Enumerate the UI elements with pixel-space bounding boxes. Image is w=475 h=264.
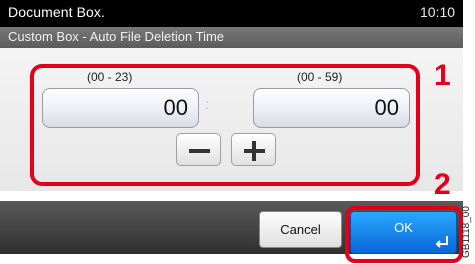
ok-button-label: OK — [394, 220, 413, 235]
screen-title: Document Box. — [8, 4, 106, 20]
ok-button[interactable]: OK — [350, 211, 457, 254]
minutes-input[interactable]: 00 — [253, 88, 410, 128]
callout-number-2: 2 — [434, 168, 451, 201]
minus-icon — [189, 149, 210, 153]
minutes-range-label: (00 - 59) — [297, 70, 343, 84]
screen-subtitle: Custom Box - Auto File Deletion Time — [8, 29, 225, 44]
hours-value: 00 — [163, 95, 188, 120]
time-separator: : — [205, 96, 209, 112]
hours-input[interactable]: 00 — [42, 88, 199, 128]
cancel-button[interactable]: Cancel — [259, 211, 342, 248]
enter-return-icon — [435, 236, 448, 248]
hours-range-label: (00 - 23) — [87, 70, 133, 84]
increment-button[interactable] — [231, 133, 276, 166]
decrement-button[interactable] — [176, 133, 221, 166]
minutes-value: 00 — [374, 95, 399, 120]
figure-code: GB1118_00 — [461, 206, 472, 258]
clock: 10:10 — [420, 4, 456, 20]
callout-number-1: 1 — [434, 59, 451, 92]
sub-title-bar: Custom Box - Auto File Deletion Time — [0, 27, 463, 48]
title-bar: Document Box. 10:10 — [0, 0, 463, 27]
